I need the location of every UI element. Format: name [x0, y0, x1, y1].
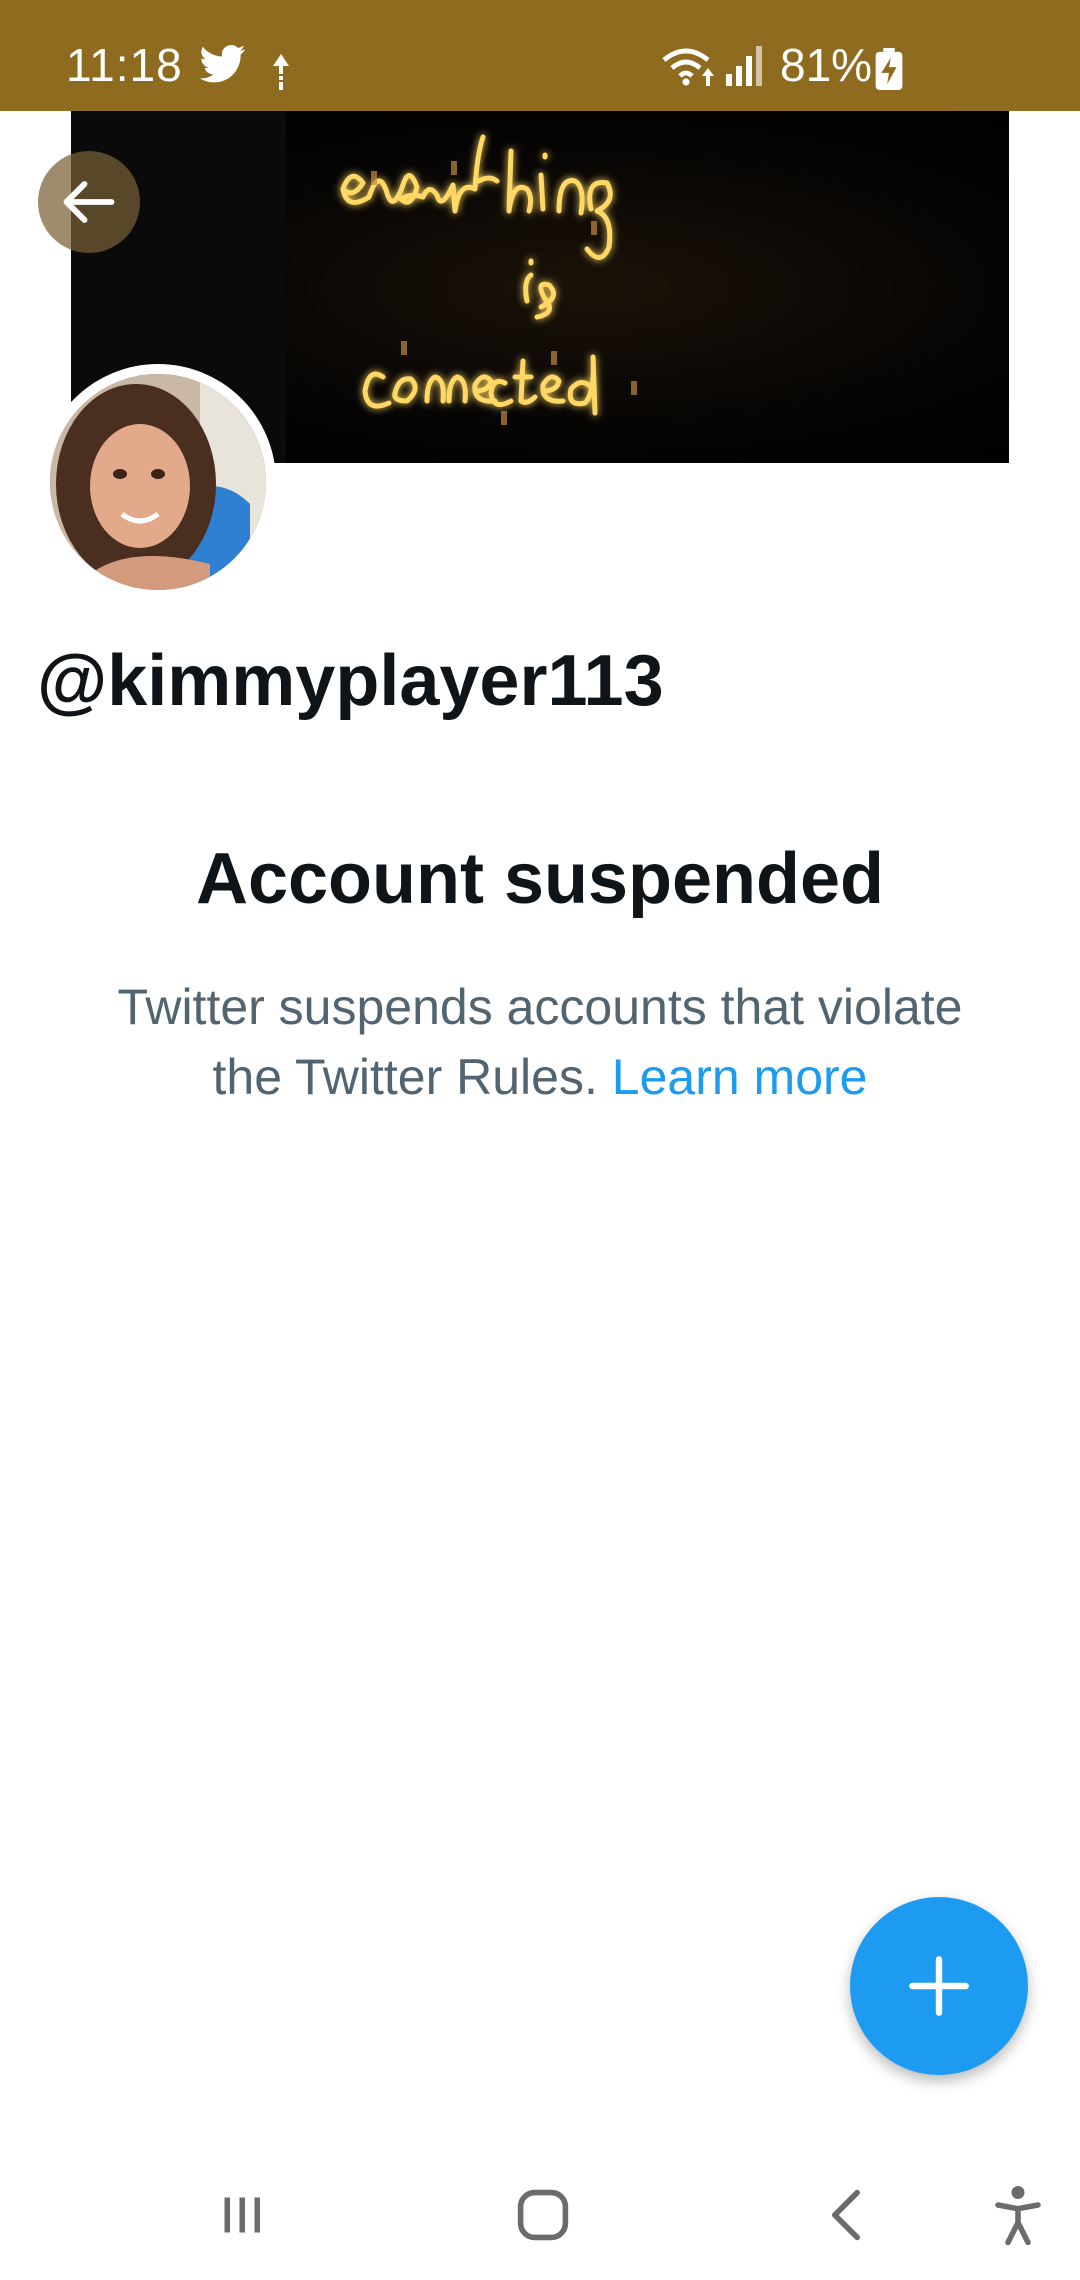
signal-icon	[726, 46, 762, 86]
profile-handle: @kimmyplayer113	[37, 641, 664, 721]
plus-icon	[909, 1956, 969, 2016]
battery-percent: 81%	[780, 39, 873, 91]
twitter-icon	[200, 45, 246, 83]
avatar-photo	[50, 374, 266, 590]
back-button[interactable]	[38, 151, 140, 253]
arrow-left-icon	[63, 181, 115, 223]
suspension-title: Account suspended	[195, 839, 885, 919]
data-arrow-icon	[273, 54, 289, 90]
recent-apps-icon	[224, 2197, 260, 2233]
avatar[interactable]	[40, 364, 276, 600]
learn-more-link[interactable]: Learn more	[612, 1049, 868, 1105]
home-button[interactable]	[503, 2180, 583, 2250]
battery-charging-icon	[875, 48, 903, 90]
status-time: 11:18	[66, 39, 183, 91]
recent-apps-button[interactable]	[202, 2180, 282, 2250]
system-back-button[interactable]	[806, 2180, 886, 2250]
accessibility-icon	[995, 2186, 1041, 2245]
home-icon	[517, 2189, 569, 2241]
status-bar: 11:18 81%	[0, 0, 1080, 111]
suspension-message-block: Twitter suspends accounts that violate t…	[80, 972, 1000, 1112]
wifi-icon	[662, 48, 714, 86]
system-nav-bar	[0, 2150, 1080, 2280]
compose-button[interactable]	[850, 1897, 1028, 2075]
accessibility-button[interactable]	[978, 2180, 1058, 2250]
back-icon	[832, 2189, 860, 2241]
screen: 11:18 81% @kimmyplayer113 Account suspen…	[0, 0, 1080, 2280]
